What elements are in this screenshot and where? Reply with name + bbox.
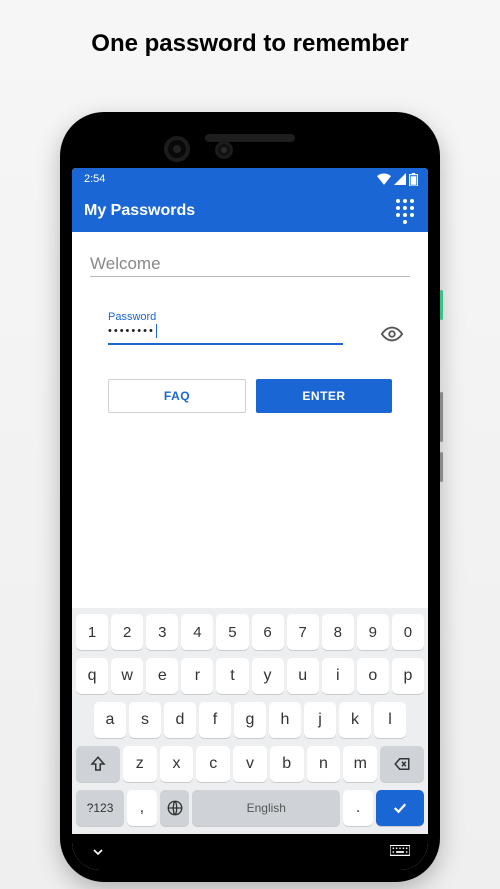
phone-frame: 2:54 My Passwords Wel (60, 112, 440, 882)
key-h[interactable]: h (269, 702, 301, 738)
key-r[interactable]: r (181, 658, 213, 694)
key-period[interactable]: . (343, 790, 373, 826)
dialpad-icon[interactable] (394, 200, 416, 222)
login-content: Welcome Password •••••••• FAQ ENTER (72, 232, 428, 608)
app-title: My Passwords (84, 202, 394, 220)
key-symbols[interactable]: ?123 (76, 790, 124, 826)
key-a[interactable]: a (94, 702, 126, 738)
welcome-label: Welcome (90, 254, 410, 277)
phone-speaker (205, 134, 295, 142)
key-7[interactable]: 7 (287, 614, 319, 650)
key-q[interactable]: q (76, 658, 108, 694)
key-3[interactable]: 3 (146, 614, 178, 650)
signal-icon (394, 173, 406, 185)
password-label: Password (108, 311, 343, 323)
side-button (440, 392, 443, 442)
key-6[interactable]: 6 (252, 614, 284, 650)
side-button (440, 452, 443, 482)
key-c[interactable]: c (196, 746, 230, 782)
key-s[interactable]: s (129, 702, 161, 738)
key-o[interactable]: o (357, 658, 389, 694)
password-field[interactable]: Password •••••••• (108, 311, 343, 345)
text-cursor (156, 324, 157, 338)
page-headline: One password to remember (0, 0, 500, 58)
key-g[interactable]: g (234, 702, 266, 738)
key-l[interactable]: l (374, 702, 406, 738)
key-k[interactable]: k (339, 702, 371, 738)
key-z[interactable]: z (123, 746, 157, 782)
key-4[interactable]: 4 (181, 614, 213, 650)
key-space[interactable]: English (192, 790, 340, 826)
key-8[interactable]: 8 (322, 614, 354, 650)
battery-icon (409, 173, 418, 186)
key-f[interactable]: f (199, 702, 231, 738)
key-e[interactable]: e (146, 658, 178, 694)
status-bar: 2:54 (72, 168, 428, 190)
key-language[interactable] (160, 790, 190, 826)
faq-button[interactable]: FAQ (108, 379, 246, 413)
key-j[interactable]: j (304, 702, 336, 738)
key-5[interactable]: 5 (216, 614, 248, 650)
front-camera (168, 140, 186, 158)
key-n[interactable]: n (307, 746, 341, 782)
key-1[interactable]: 1 (76, 614, 108, 650)
key-y[interactable]: y (252, 658, 284, 694)
wifi-icon (377, 173, 391, 185)
key-m[interactable]: m (343, 746, 377, 782)
welcome-text: Welcome (90, 254, 410, 274)
screen: 2:54 My Passwords Wel (72, 168, 428, 870)
key-9[interactable]: 9 (357, 614, 389, 650)
password-value: •••••••• (108, 323, 155, 339)
key-confirm[interactable] (376, 790, 424, 826)
key-x[interactable]: x (160, 746, 194, 782)
app-bar: My Passwords (72, 190, 428, 232)
key-w[interactable]: w (111, 658, 143, 694)
key-p[interactable]: p (392, 658, 424, 694)
key-v[interactable]: v (233, 746, 267, 782)
key-comma[interactable]: , (127, 790, 157, 826)
key-2[interactable]: 2 (111, 614, 143, 650)
globe-icon (166, 799, 184, 817)
nav-bar (72, 834, 428, 870)
enter-button[interactable]: ENTER (256, 379, 392, 413)
side-button (440, 290, 443, 320)
key-0[interactable]: 0 (392, 614, 424, 650)
check-icon (391, 799, 409, 817)
key-backspace[interactable] (380, 746, 424, 782)
reveal-password-icon[interactable] (381, 323, 403, 350)
key-i[interactable]: i (322, 658, 354, 694)
clock: 2:54 (84, 173, 105, 185)
key-u[interactable]: u (287, 658, 319, 694)
nav-collapse-icon[interactable] (90, 844, 106, 860)
front-camera (218, 144, 230, 156)
key-d[interactable]: d (164, 702, 196, 738)
key-b[interactable]: b (270, 746, 304, 782)
key-t[interactable]: t (216, 658, 248, 694)
nav-keyboard-icon[interactable] (390, 845, 410, 859)
soft-keyboard: 1 2 3 4 5 6 7 8 9 0 q w e r t y (72, 608, 428, 834)
key-shift[interactable] (76, 746, 120, 782)
